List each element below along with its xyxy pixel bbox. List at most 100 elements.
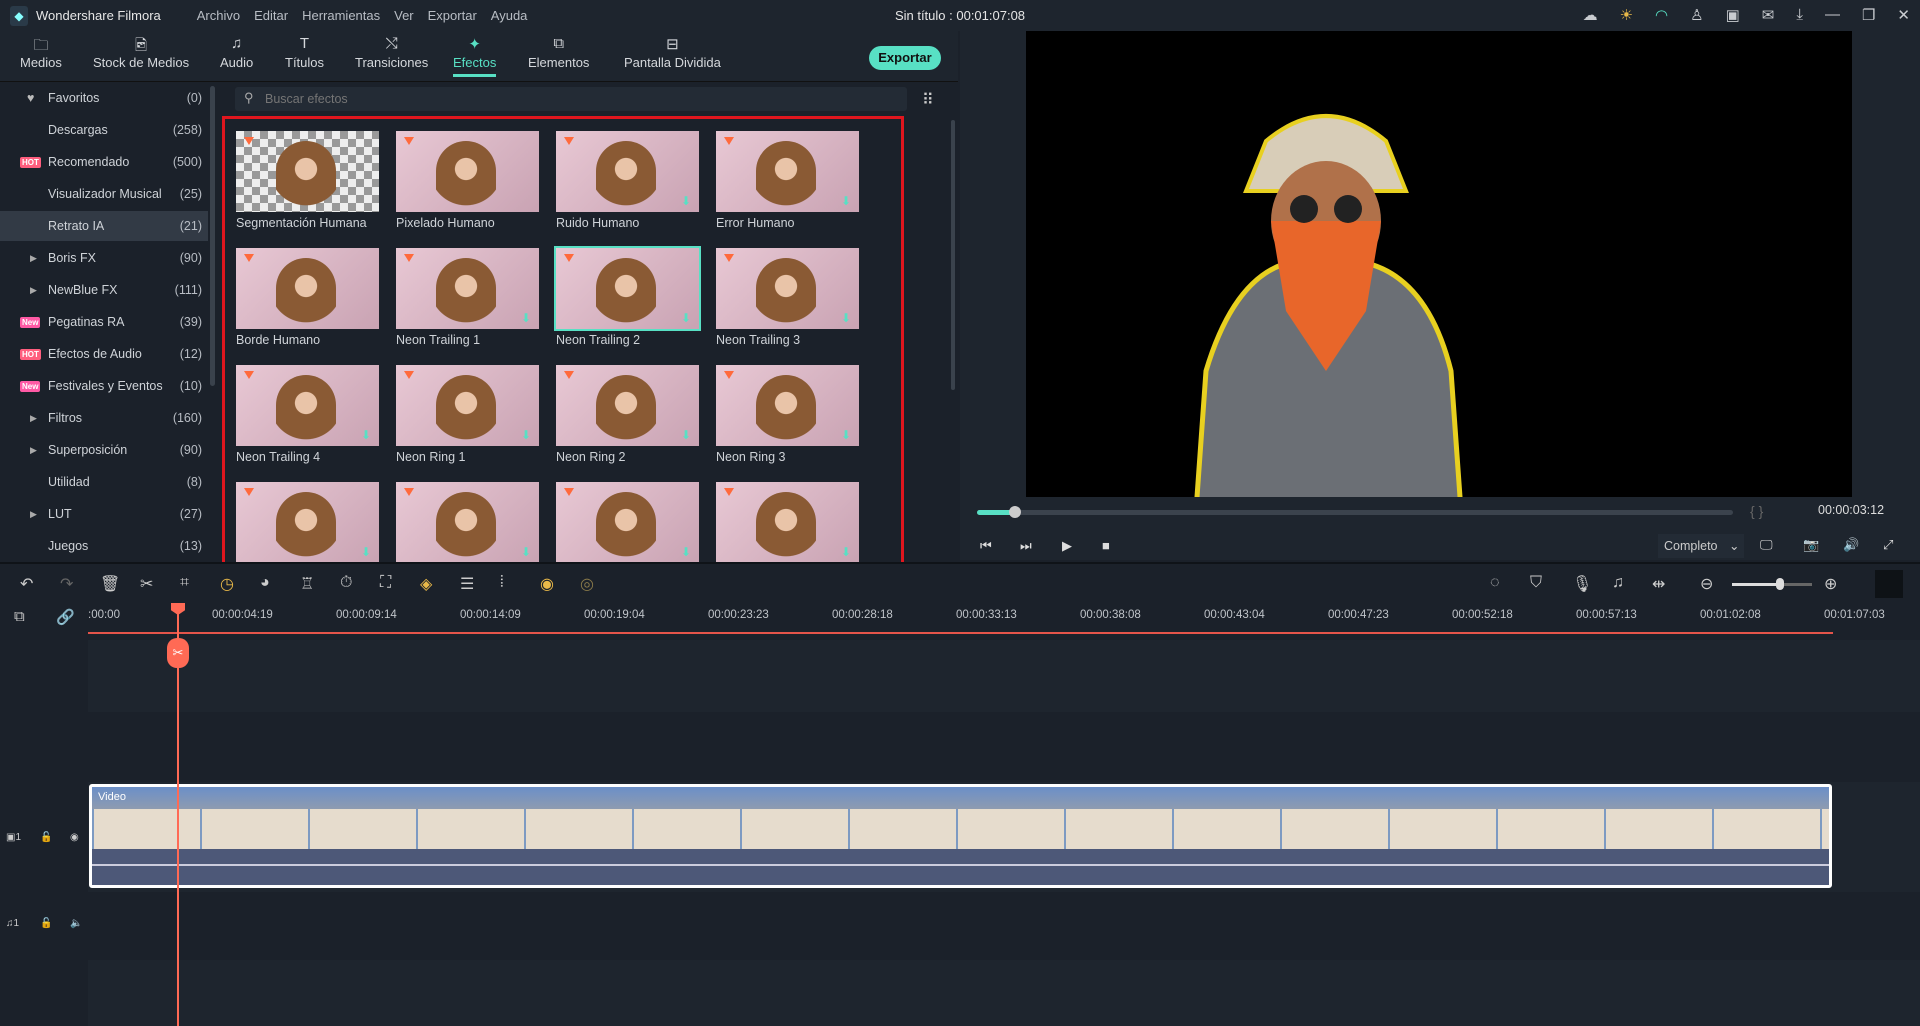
green-screen-icon[interactable]: ♖ bbox=[300, 574, 314, 594]
sidebar-item-juegos[interactable]: Juegos (13) bbox=[0, 531, 208, 561]
mail-icon[interactable]: ✉ bbox=[1762, 6, 1775, 24]
keyframe-icon[interactable]: ◈ bbox=[420, 574, 432, 594]
quality-dropdown[interactable]: Completo ⌄ bbox=[1658, 534, 1744, 558]
sidebar-item-superposición[interactable]: ▶ Superposición (90) bbox=[0, 435, 208, 465]
sidebar-item-newblue-fx[interactable]: ▶ NewBlue FX (111) bbox=[0, 275, 208, 305]
speed-icon[interactable]: ◷ bbox=[220, 574, 234, 594]
crop-icon[interactable]: ⌗ bbox=[180, 574, 189, 592]
sidebar-item-descargas[interactable]: Descargas (258) bbox=[0, 115, 208, 145]
sidebar-scrollbar[interactable] bbox=[210, 86, 215, 386]
expand-arrow-icon[interactable]: ▶ bbox=[30, 413, 37, 424]
volume-icon[interactable]: 🔊 bbox=[1843, 537, 1859, 553]
export-button[interactable]: Exportar bbox=[869, 46, 941, 70]
video-clip[interactable]: Video bbox=[89, 784, 1832, 888]
text-icon: T bbox=[299, 35, 310, 52]
timeline-ruler[interactable]: :00:00 00:00:04:19 00:00:09:14 00:00:14:09 0… bbox=[88, 605, 1920, 635]
ruler-tick-label: 00:00:52:18 bbox=[1452, 609, 1513, 621]
tab-transiciones[interactable]: ⤭ Transiciones bbox=[355, 35, 428, 70]
lightbulb-icon[interactable]: ☀ bbox=[1620, 6, 1633, 24]
account-icon[interactable]: ♙ bbox=[1690, 6, 1703, 24]
play-icon[interactable]: ▶ bbox=[1062, 538, 1072, 554]
zoom-slider-handle[interactable] bbox=[1776, 578, 1784, 590]
ruler-line bbox=[88, 632, 1833, 634]
zoom-slider[interactable] bbox=[1732, 583, 1812, 586]
support-icon[interactable]: ◠ bbox=[1655, 6, 1668, 24]
expand-arrow-icon[interactable]: ▶ bbox=[30, 253, 37, 264]
tab-efectos[interactable]: ✦ Efectos bbox=[453, 35, 496, 77]
stop-icon[interactable]: ■ bbox=[1102, 538, 1110, 553]
zoom-out-icon[interactable]: ⊖ bbox=[1700, 574, 1713, 594]
sidebar-item-festivales-y-eventos[interactable]: New Festivales y Eventos (10) bbox=[0, 371, 208, 401]
sidebar-item-boris-fx[interactable]: ▶ Boris FX (90) bbox=[0, 243, 208, 273]
sidebar-item-lut[interactable]: ▶ LUT (27) bbox=[0, 499, 208, 529]
ruler-tick-label: 00:00:47:23 bbox=[1328, 609, 1389, 621]
audio-mix-icon[interactable]: ♫ bbox=[1612, 574, 1624, 592]
sidebar-item-recomendado[interactable]: HOT Recomendado (500) bbox=[0, 147, 208, 177]
cloud-icon[interactable]: ☁ bbox=[1583, 6, 1598, 24]
tab-label: Audio bbox=[220, 55, 254, 70]
sidebar-item-filtros[interactable]: ▶ Filtros (160) bbox=[0, 403, 208, 433]
audio-wave-icon[interactable]: ⦙ bbox=[500, 574, 504, 592]
zoom-in-icon[interactable]: ⊕ bbox=[1824, 574, 1837, 594]
in-out-markers[interactable]: { } bbox=[1750, 503, 1763, 519]
previous-frame-icon[interactable]: ⏮ bbox=[980, 538, 992, 554]
fit-icon[interactable]: ⛶ bbox=[380, 574, 391, 592]
snapshot-icon[interactable]: 📷 bbox=[1803, 537, 1819, 553]
add-track-icon[interactable]: ⧉ bbox=[14, 608, 25, 625]
cut-icon[interactable]: ✂ bbox=[140, 574, 153, 594]
sidebar-item-favoritos[interactable]: ♥ Favoritos (0) bbox=[0, 83, 208, 113]
search-box[interactable]: ⚲ bbox=[235, 87, 907, 111]
color-icon[interactable]: ◕ bbox=[260, 574, 270, 592]
undo-icon[interactable]: ↶ bbox=[20, 574, 33, 594]
save-icon[interactable]: ▣ bbox=[1726, 6, 1740, 24]
tab-audio[interactable]: ♫ Audio bbox=[220, 35, 253, 70]
tab-pantalla-dividida[interactable]: ⊟ Pantalla Dividida bbox=[624, 35, 721, 70]
tab-títulos[interactable]: T Títulos bbox=[285, 35, 324, 70]
ai-audio-icon[interactable]: ◉ bbox=[540, 574, 554, 594]
sidebar-item-label: Visualizador Musical bbox=[48, 187, 162, 201]
minimize-icon[interactable]: — bbox=[1825, 6, 1840, 24]
redo-icon[interactable]: ↷ bbox=[60, 574, 73, 594]
playback-scrubber[interactable] bbox=[977, 510, 1733, 515]
scrubber-handle[interactable] bbox=[1008, 506, 1021, 518]
quality-value: Completo bbox=[1664, 539, 1718, 553]
fit-timeline-icon[interactable]: ⇹ bbox=[1652, 574, 1665, 594]
search-input[interactable] bbox=[265, 87, 865, 111]
tab-elementos[interactable]: ⧉ Elementos bbox=[528, 35, 589, 70]
restore-icon[interactable]: ❐ bbox=[1862, 6, 1875, 24]
text-to-speech-icon[interactable]: ◎ bbox=[580, 574, 594, 594]
link-icon[interactable]: 🔗 bbox=[56, 608, 75, 626]
ruler-tick-label: 00:00:33:13 bbox=[956, 609, 1017, 621]
microphone-icon[interactable]: 🎙 bbox=[1572, 574, 1592, 594]
close-icon[interactable]: ✕ bbox=[1897, 6, 1910, 24]
sidebar-item-visualizador-musical[interactable]: Visualizador Musical (25) bbox=[0, 179, 208, 209]
lock-icon[interactable]: 🔓 bbox=[40, 832, 52, 843]
lock-icon[interactable]: 🔓 bbox=[40, 918, 52, 929]
expand-arrow-icon[interactable]: ▶ bbox=[30, 285, 37, 296]
effects-scrollbar[interactable] bbox=[951, 120, 955, 390]
adjust-icon[interactable]: ☰ bbox=[460, 574, 474, 594]
sidebar-item-efectos-de-audio[interactable]: HOT Efectos de Audio (12) bbox=[0, 339, 208, 369]
tab-medios[interactable]: 🗀 Medios bbox=[20, 35, 62, 70]
duration-icon[interactable]: ⏱ bbox=[340, 574, 352, 592]
display-icon[interactable]: 🖵 bbox=[1760, 537, 1773, 553]
next-frame-icon[interactable]: ⏭ bbox=[1020, 538, 1032, 554]
tab-stock-de-medios[interactable]: 🖻 Stock de Medios bbox=[93, 35, 189, 70]
sidebar-item-utilidad[interactable]: Utilidad (8) bbox=[0, 467, 208, 497]
expand-arrow-icon[interactable]: ▶ bbox=[30, 445, 37, 456]
fullscreen-icon[interactable]: ⤢ bbox=[1883, 537, 1893, 553]
stock-icon: 🖻 bbox=[135, 37, 148, 54]
sidebar-item-label: Efectos de Audio bbox=[48, 347, 142, 361]
sidebar-item-pegatinas-ra[interactable]: New Pegatinas RA (39) bbox=[0, 307, 208, 337]
download-icon[interactable]: ⤓ bbox=[1796, 6, 1803, 24]
grid-view-icon[interactable]: ⠿ bbox=[922, 90, 934, 110]
eye-icon[interactable]: ◉ bbox=[70, 832, 79, 843]
expand-arrow-icon[interactable]: ▶ bbox=[30, 509, 37, 520]
sidebar-item-retrato-ia[interactable]: Retrato IA (21) bbox=[0, 211, 208, 241]
delete-icon[interactable]: 🗑 bbox=[100, 574, 120, 594]
layout-toggle[interactable] bbox=[1875, 570, 1903, 598]
speaker-icon[interactable]: 🔈 bbox=[70, 918, 82, 929]
render-icon[interactable]: ◌ bbox=[1490, 574, 1500, 592]
split-scissors-icon[interactable]: ✂ bbox=[167, 638, 189, 668]
marker-icon[interactable]: ⛉ bbox=[1530, 574, 1542, 592]
